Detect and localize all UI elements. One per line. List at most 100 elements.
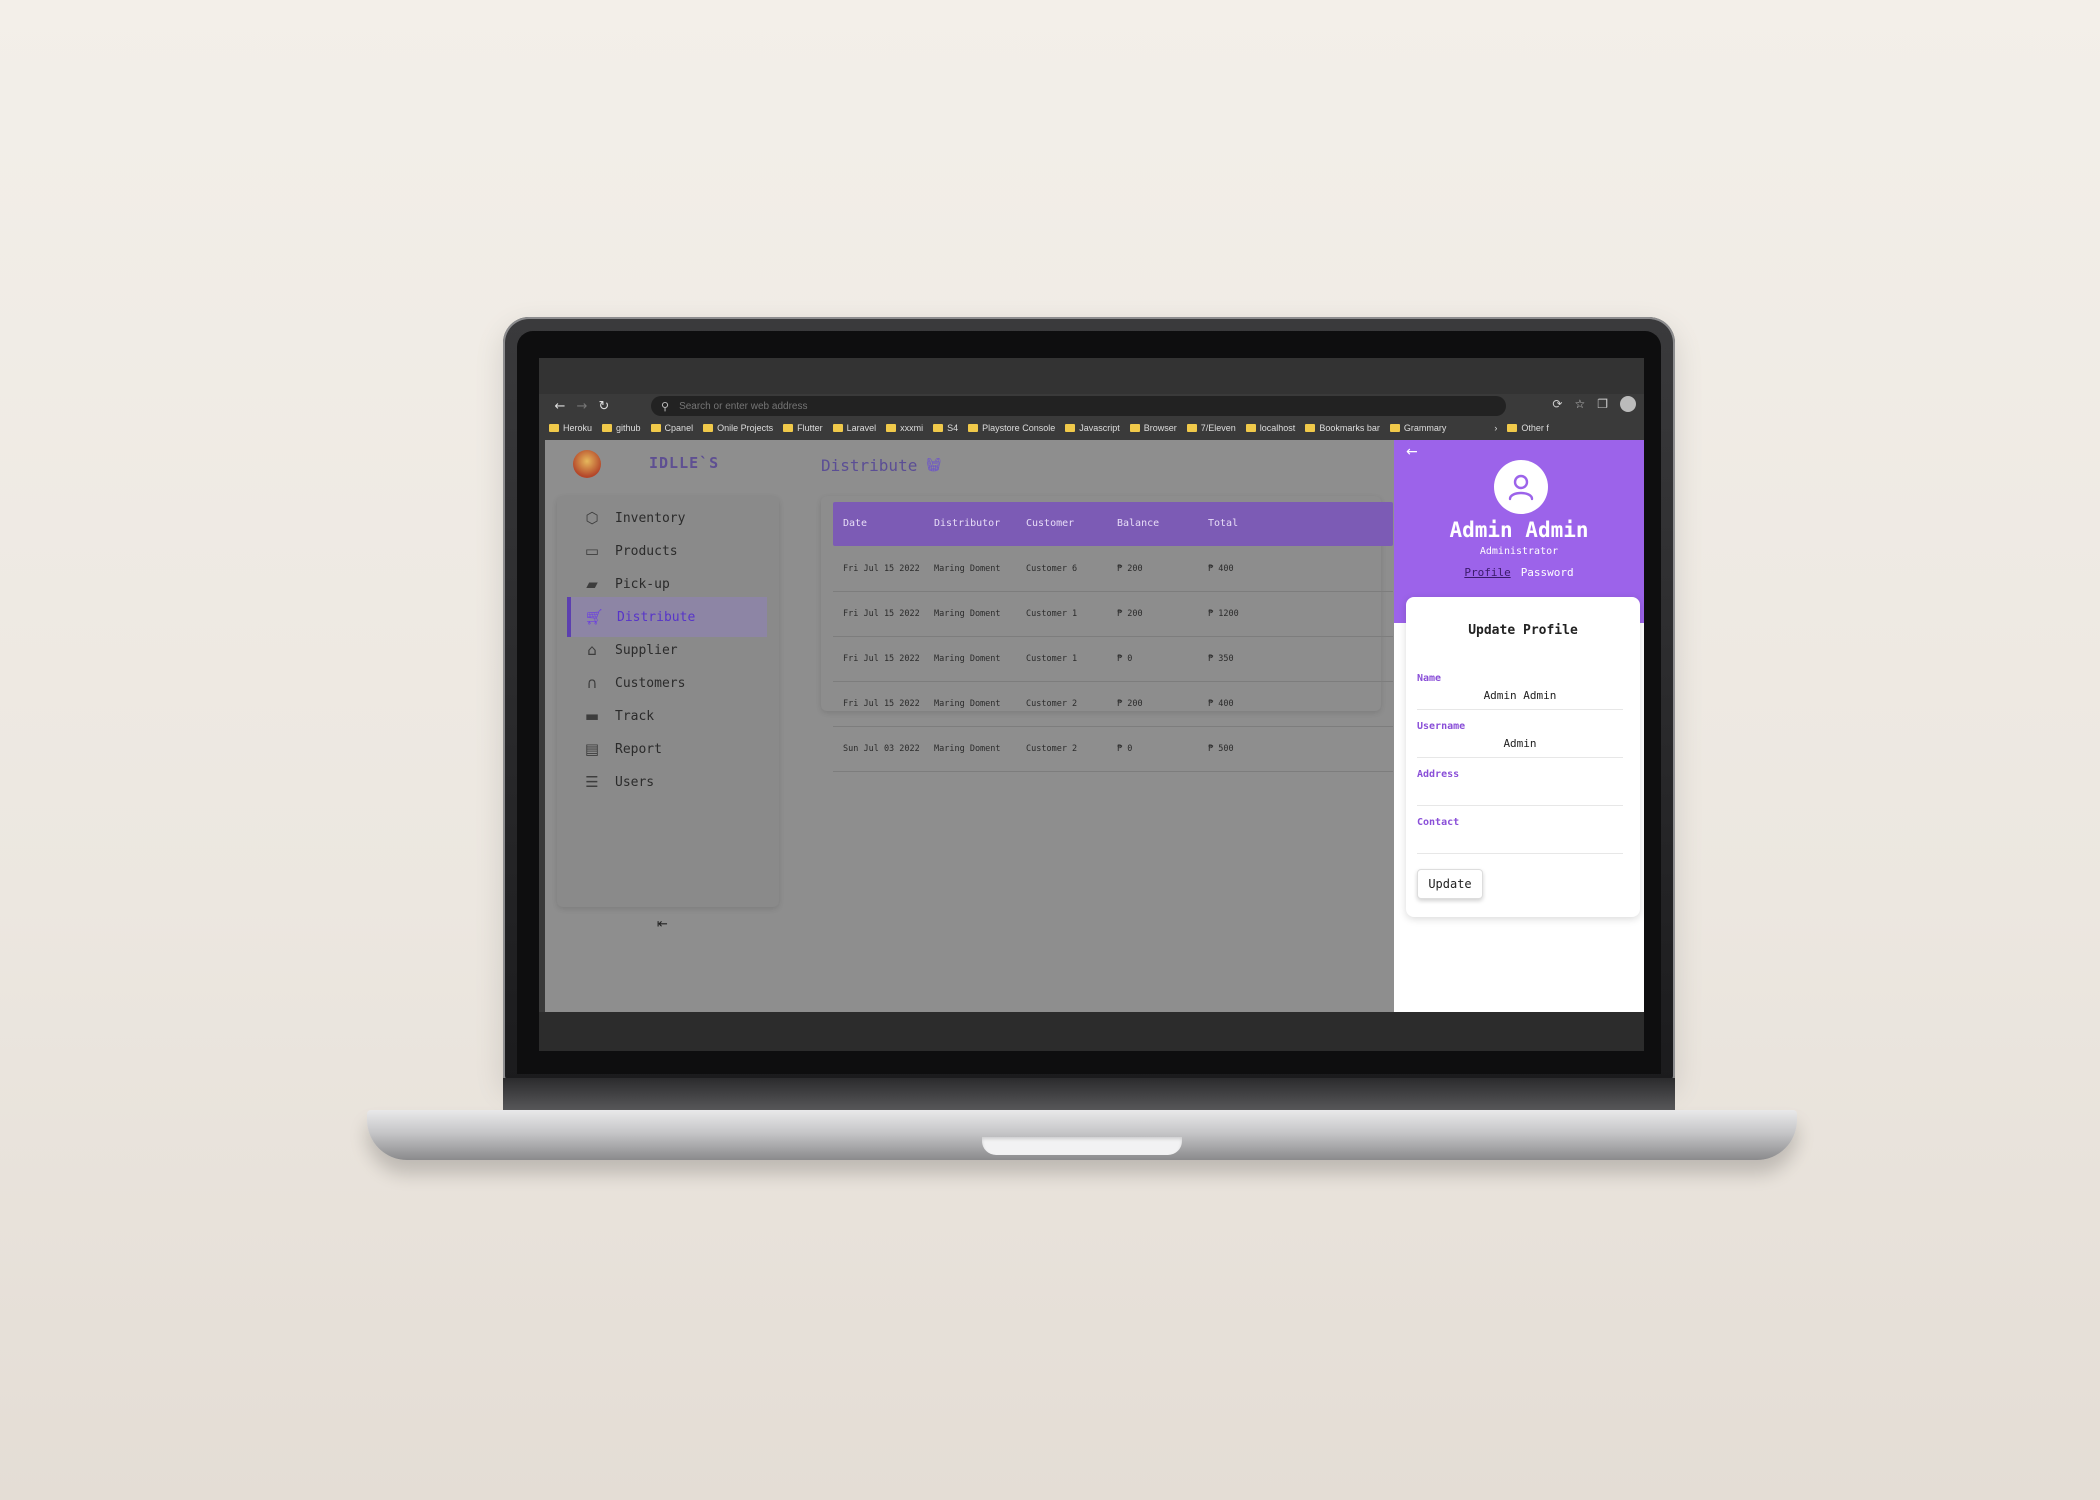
products-icon: ▭ xyxy=(584,542,600,560)
folder-icon xyxy=(783,424,794,432)
contact-underline xyxy=(1417,853,1623,854)
folder-icon xyxy=(650,424,661,432)
bookmark-folder[interactable]: S4 xyxy=(933,423,958,433)
bookmark-folder[interactable]: Cpanel xyxy=(650,423,693,433)
browser-toolbar-icons: ⟳ ☆ ❐ xyxy=(1552,396,1636,412)
bookmarks-overflow-icon[interactable]: › xyxy=(1494,423,1497,433)
folder-icon xyxy=(703,424,714,432)
bookmark-folder[interactable]: Playstore Console xyxy=(968,423,1055,433)
other-bookmarks[interactable]: Other f xyxy=(1507,423,1549,433)
bookmark-folder[interactable]: Bookmarks bar xyxy=(1305,423,1380,433)
back-arrow-icon[interactable]: ← xyxy=(1406,444,1418,460)
profile-name: Admin Admin xyxy=(1449,518,1589,542)
search-icon: ⚲ xyxy=(661,399,670,413)
folder-icon xyxy=(933,424,944,432)
app-window: IDLLE`S ⬡ Inventory ▭ Products ▰ Pick-up… xyxy=(545,440,1644,1012)
folder-icon xyxy=(1507,424,1518,432)
folder-icon xyxy=(1389,424,1400,432)
column-header-date[interactable]: Date xyxy=(843,518,867,529)
column-header-total[interactable]: Total xyxy=(1208,518,1238,529)
address-bar[interactable]: ⚲ xyxy=(651,396,1506,416)
screen-bottom-bar xyxy=(539,1012,1644,1051)
cart-icon: 🛒︎ xyxy=(584,608,604,626)
folder-icon xyxy=(1305,424,1316,432)
bookmark-folder[interactable]: xxxmi xyxy=(886,423,923,433)
table-row[interactable]: Fri Jul 15 2022 Maring Doment Customer 6… xyxy=(833,546,1393,592)
bookmark-folder[interactable]: Flutter xyxy=(783,423,823,433)
sidebar-item-label: Supplier xyxy=(615,642,678,658)
table-row[interactable]: Sun Jul 03 2022 Maring Doment Customer 2… xyxy=(833,726,1393,772)
column-header-balance[interactable]: Balance xyxy=(1117,518,1159,529)
browser-profile-icon[interactable] xyxy=(1620,396,1636,412)
address-label: Address xyxy=(1417,769,1460,780)
folder-icon xyxy=(1129,424,1140,432)
username-underline xyxy=(1417,757,1623,758)
brand-logo xyxy=(573,450,601,478)
folder-icon xyxy=(1245,424,1256,432)
profile-drawer-header: ← Admin Admin Administrator Profile Pass… xyxy=(1394,440,1644,623)
laptop-notch xyxy=(982,1137,1182,1155)
sidebar-item-users[interactable]: ☰ Users xyxy=(569,762,767,802)
store-icon: ⌂ xyxy=(587,641,597,659)
table-row[interactable]: Fri Jul 15 2022 Maring Doment Customer 1… xyxy=(833,591,1393,637)
back-icon[interactable]: ← xyxy=(549,399,571,414)
truck-icon: ▬ xyxy=(584,707,600,725)
forward-icon[interactable]: → xyxy=(571,399,593,414)
sidebar-item-label: Customers xyxy=(615,675,686,691)
tab-profile[interactable]: Profile xyxy=(1464,566,1510,579)
laptop-hinge xyxy=(503,1078,1675,1112)
basket-icon: 🧺︎ xyxy=(925,458,942,473)
folder-icon xyxy=(968,424,979,432)
avatar xyxy=(1494,460,1548,514)
sidebar-item-label: Report xyxy=(615,741,662,757)
name-field[interactable]: Admin Admin xyxy=(1417,689,1623,702)
sidebar-item-label: Pick-up xyxy=(615,576,670,592)
bookmark-folder[interactable]: Grammary xyxy=(1389,423,1446,433)
box-icon: ⬡ xyxy=(585,509,599,527)
profile-drawer: ← Admin Admin Administrator Profile Pass… xyxy=(1394,440,1644,1012)
name-underline xyxy=(1417,709,1623,710)
folder-icon xyxy=(602,424,613,432)
folder-icon xyxy=(549,424,559,432)
users-icon: ☰ xyxy=(585,773,599,791)
collections-icon[interactable]: ❐ xyxy=(1597,397,1608,411)
reload-icon[interactable]: ↻ xyxy=(593,399,615,414)
bookmark-folder[interactable]: Heroku xyxy=(549,423,592,433)
refresh-extension-icon[interactable]: ⟳ xyxy=(1552,397,1562,411)
collapse-sidebar-icon[interactable]: ⇤ xyxy=(657,917,668,932)
column-header-distributor[interactable]: Distributor xyxy=(934,518,1000,529)
bookmark-folder[interactable]: 7/Eleven xyxy=(1186,423,1236,433)
bookmark-folder[interactable]: Laravel xyxy=(832,423,876,433)
sidebar: ⬡ Inventory ▭ Products ▰ Pick-up 🛒︎ Dist… xyxy=(557,496,779,907)
folder-icon xyxy=(832,424,843,432)
user-icon xyxy=(1508,474,1534,501)
profile-tabs: Profile Password xyxy=(1394,566,1644,579)
folder-icon xyxy=(886,424,897,432)
table-row[interactable]: Fri Jul 15 2022 Maring Doment Customer 2… xyxy=(833,681,1393,727)
bookmark-folder[interactable]: Javascript xyxy=(1065,423,1120,433)
table-row[interactable]: Fri Jul 15 2022 Maring Doment Customer 1… xyxy=(833,636,1393,682)
bag-icon: ▰ xyxy=(586,575,598,593)
laptop-screen: ← → ↻ ⚲ ⟳ ☆ ❐ Heroku github Cpanel Onile… xyxy=(539,358,1644,1051)
tab-password[interactable]: Password xyxy=(1521,566,1574,579)
name-label: Name xyxy=(1417,673,1442,684)
favorites-icon[interactable]: ☆ xyxy=(1574,397,1585,411)
bookmark-folder[interactable]: Browser xyxy=(1129,423,1177,433)
bookmarks-bar: Heroku github Cpanel Onile Projects Flut… xyxy=(539,418,1644,438)
column-header-customer[interactable]: Customer xyxy=(1026,518,1074,529)
bookmark-folder[interactable]: github xyxy=(602,423,641,433)
report-icon: ▤ xyxy=(584,740,600,758)
page-title: Distribute 🧺︎ xyxy=(821,456,942,475)
table-header: Date Distributor Customer Balance Total xyxy=(833,502,1393,546)
brand-name: IDLLE`S xyxy=(649,454,720,472)
bookmark-folder[interactable]: localhost xyxy=(1245,423,1295,433)
bookmark-folder[interactable]: Onile Projects xyxy=(703,423,773,433)
address-input[interactable] xyxy=(677,399,1482,413)
profile-role: Administrator xyxy=(1479,546,1559,557)
username-label: Username xyxy=(1417,721,1466,732)
username-field[interactable]: Admin xyxy=(1417,737,1623,750)
update-button[interactable]: Update xyxy=(1417,869,1483,899)
contact-label: Contact xyxy=(1417,817,1460,828)
folder-icon xyxy=(1065,424,1076,432)
sidebar-item-label: Distribute xyxy=(617,609,696,625)
